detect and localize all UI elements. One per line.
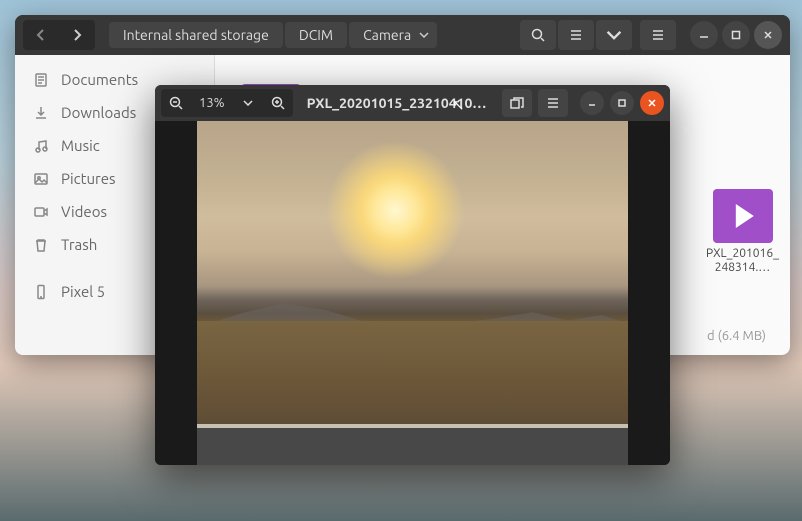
downloads-icon [33, 105, 49, 121]
sidebar-item-label: Documents [61, 71, 138, 88]
close-button[interactable] [640, 91, 664, 115]
zoom-dropdown-button[interactable] [233, 89, 263, 117]
window-controls [580, 91, 664, 115]
zoom-out-button[interactable] [161, 89, 191, 117]
back-button[interactable] [23, 20, 59, 50]
sidebar-item-label: Pixel 5 [61, 283, 105, 300]
photo-road [197, 424, 628, 465]
view-list-button[interactable] [558, 20, 594, 50]
image-viewer-title: PXL_20201015_23210410… [299, 95, 496, 111]
file-thumbnail[interactable]: PXL_201016_248314.… [705, 189, 780, 276]
breadcrumb-label: Camera [363, 27, 411, 43]
sidebar-item-label: Trash [61, 236, 97, 253]
window-controls [690, 21, 782, 49]
displayed-photo [197, 121, 628, 465]
status-bar: d (6.4 MB) [707, 329, 766, 343]
sidebar-item-label: Music [61, 137, 100, 154]
hamburger-menu-button[interactable] [538, 89, 568, 117]
minimize-button[interactable] [580, 91, 604, 115]
sidebar-item-label: Pictures [61, 170, 116, 187]
pictures-icon [33, 171, 49, 187]
photo-field [197, 321, 628, 424]
phone-icon [33, 284, 49, 300]
zoom-level: 13% [191, 96, 233, 110]
file-manager-headerbar: Internal shared storage DCIM Camera [15, 15, 790, 55]
videos-icon [33, 204, 49, 220]
minimize-button[interactable] [690, 21, 718, 49]
music-icon [33, 138, 49, 154]
breadcrumb-segment[interactable]: DCIM [285, 22, 347, 48]
maximize-button[interactable] [610, 91, 634, 115]
documents-icon [33, 72, 49, 88]
hamburger-menu-button[interactable] [640, 20, 676, 50]
zoom-in-button[interactable] [263, 89, 293, 117]
sidebar-item-label: Downloads [61, 104, 136, 121]
breadcrumb-segment[interactable]: Internal shared storage [109, 22, 283, 48]
chevron-down-icon [419, 32, 429, 38]
breadcrumb: Internal shared storage DCIM Camera [109, 22, 516, 48]
close-button[interactable] [754, 21, 782, 49]
maximize-button[interactable] [722, 21, 750, 49]
image-viewer-headerbar: 13% PXL_20201015_23210410… [155, 85, 670, 121]
trash-icon [33, 237, 49, 253]
toolbar-group [520, 20, 632, 50]
zoom-controls: 13% [161, 89, 293, 117]
image-viewer-window: 13% PXL_20201015_23210410… [155, 85, 670, 465]
nav-buttons [23, 20, 95, 50]
search-button[interactable] [520, 20, 556, 50]
forward-button[interactable] [59, 20, 95, 50]
gallery-button[interactable] [502, 89, 532, 117]
view-options-button[interactable] [596, 20, 632, 50]
video-file-icon [713, 189, 773, 243]
breadcrumb-segment-current[interactable]: Camera [349, 22, 437, 48]
image-viewer-canvas[interactable] [155, 121, 670, 465]
file-name: PXL_201016_248314.… [705, 247, 780, 276]
sidebar-item-label: Videos [61, 203, 107, 220]
